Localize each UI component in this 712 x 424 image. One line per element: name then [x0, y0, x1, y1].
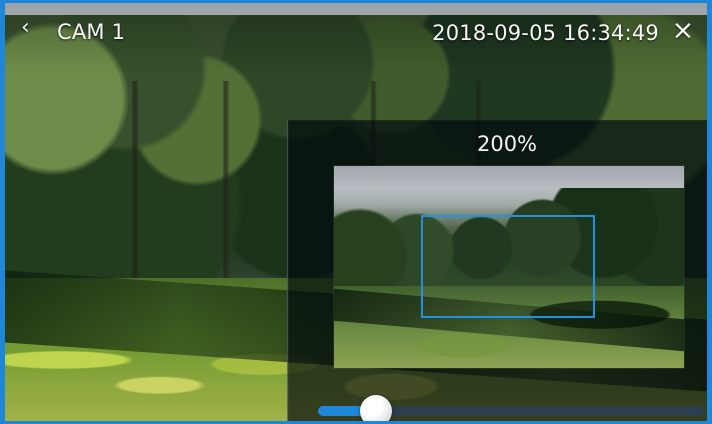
zoom-minimap[interactable]	[334, 166, 684, 368]
camera-zoom-viewer: ‹ CAM 1 2018-09-05 16:34:49 × 200%	[0, 0, 712, 424]
zoom-level-label: 200%	[476, 132, 538, 156]
chevron-left-icon: ‹	[21, 15, 30, 40]
camera-timestamp: 2018-09-05 16:34:49	[432, 21, 659, 45]
zoom-slider-thumb[interactable]	[359, 395, 392, 421]
zoom-slider[interactable]	[318, 395, 704, 421]
close-icon: ×	[671, 15, 695, 46]
zoom-viewport-frame[interactable]	[421, 215, 595, 318]
camera-header: ‹ CAM 1 2018-09-05 16:34:49 ×	[11, 15, 697, 55]
camera-name: CAM 1	[57, 20, 126, 44]
close-button[interactable]: ×	[669, 15, 697, 46]
zoom-overlay-panel: 200%	[287, 120, 707, 421]
back-button[interactable]: ‹	[21, 17, 43, 41]
